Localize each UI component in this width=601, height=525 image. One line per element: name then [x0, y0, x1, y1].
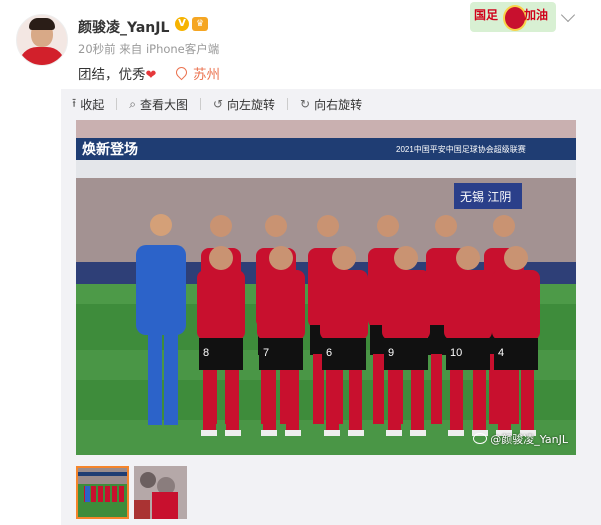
rotate-left-label: 向左旋转: [227, 97, 276, 112]
fan-badge[interactable]: 国足 加油: [470, 2, 556, 32]
view-large-label: 查看大图: [139, 97, 188, 112]
image-toolbar: ⭱ 收起 ⌕ 查看大图 ↺ 向左旋转 ↻ 向右旋转: [72, 96, 374, 112]
thumbnail-2[interactable]: [134, 466, 187, 519]
location-link[interactable]: 苏州: [173, 63, 220, 83]
rotate-right-button[interactable]: ↻ 向右旋转: [300, 96, 362, 113]
rotate-left-icon: ↺: [212, 97, 224, 111]
team-photo[interactable]: 焕新登场 2021中国平安中国足球协会超级联赛 无锡 江阴 8 7 6 9 10 4 @颜…: [76, 120, 576, 455]
verified-badge-icon: V: [175, 17, 189, 31]
collapse-label: 收起: [80, 97, 105, 112]
divider: [199, 98, 201, 110]
heart-emoji: ❤: [145, 68, 157, 83]
rotate-left-button[interactable]: ↺ 向左旋转: [213, 96, 275, 113]
jersey-number: 8: [203, 347, 209, 359]
location-label: 苏州: [193, 67, 220, 83]
post-text-body: 团结，优秀: [78, 67, 146, 83]
view-large-button[interactable]: ⌕ 查看大图: [129, 96, 188, 113]
watermark-text: @颜骏凌_YanJL: [490, 433, 568, 446]
photo-watermark: @颜骏凌_YanJL: [473, 431, 568, 447]
banner-right-text: 2021中国平安中国足球协会超级联赛: [396, 144, 526, 154]
collapse-icon: ⭱: [72, 95, 77, 110]
vip-member-icon: ♛: [192, 17, 208, 31]
post-meta: 20秒前 来自 iPhone客户端: [78, 42, 220, 56]
weibo-logo-icon: [473, 433, 488, 444]
author-name[interactable]: 颜骏凌_YanJL: [78, 17, 169, 37]
location-pin-icon: [173, 64, 190, 81]
rotate-right-label: 向右旋转: [314, 97, 363, 112]
thumbnail-1[interactable]: [76, 466, 129, 519]
jersey-number: 4: [498, 347, 504, 359]
rotate-right-icon: ↻: [300, 97, 311, 111]
divider: [116, 98, 118, 110]
fan-badge-left: 国足: [474, 8, 499, 22]
collapse-button[interactable]: ⭱ 收起: [72, 94, 104, 115]
chevron-down-icon[interactable]: [560, 7, 576, 23]
banner-left-text: 焕新登场: [82, 141, 138, 157]
jersey-number: 6: [326, 347, 332, 359]
fan-badge-right: 加油: [524, 8, 549, 22]
jersey-number: 10: [450, 347, 462, 359]
post-text: 团结，优秀❤: [78, 63, 156, 83]
jersey-number: 7: [263, 347, 269, 359]
stadium-sign-text: 无锡 江阴: [460, 189, 511, 204]
magnify-icon: ⌕: [129, 96, 136, 111]
divider: [287, 98, 289, 110]
jersey-number: 9: [388, 347, 394, 359]
author-avatar[interactable]: [16, 14, 68, 66]
